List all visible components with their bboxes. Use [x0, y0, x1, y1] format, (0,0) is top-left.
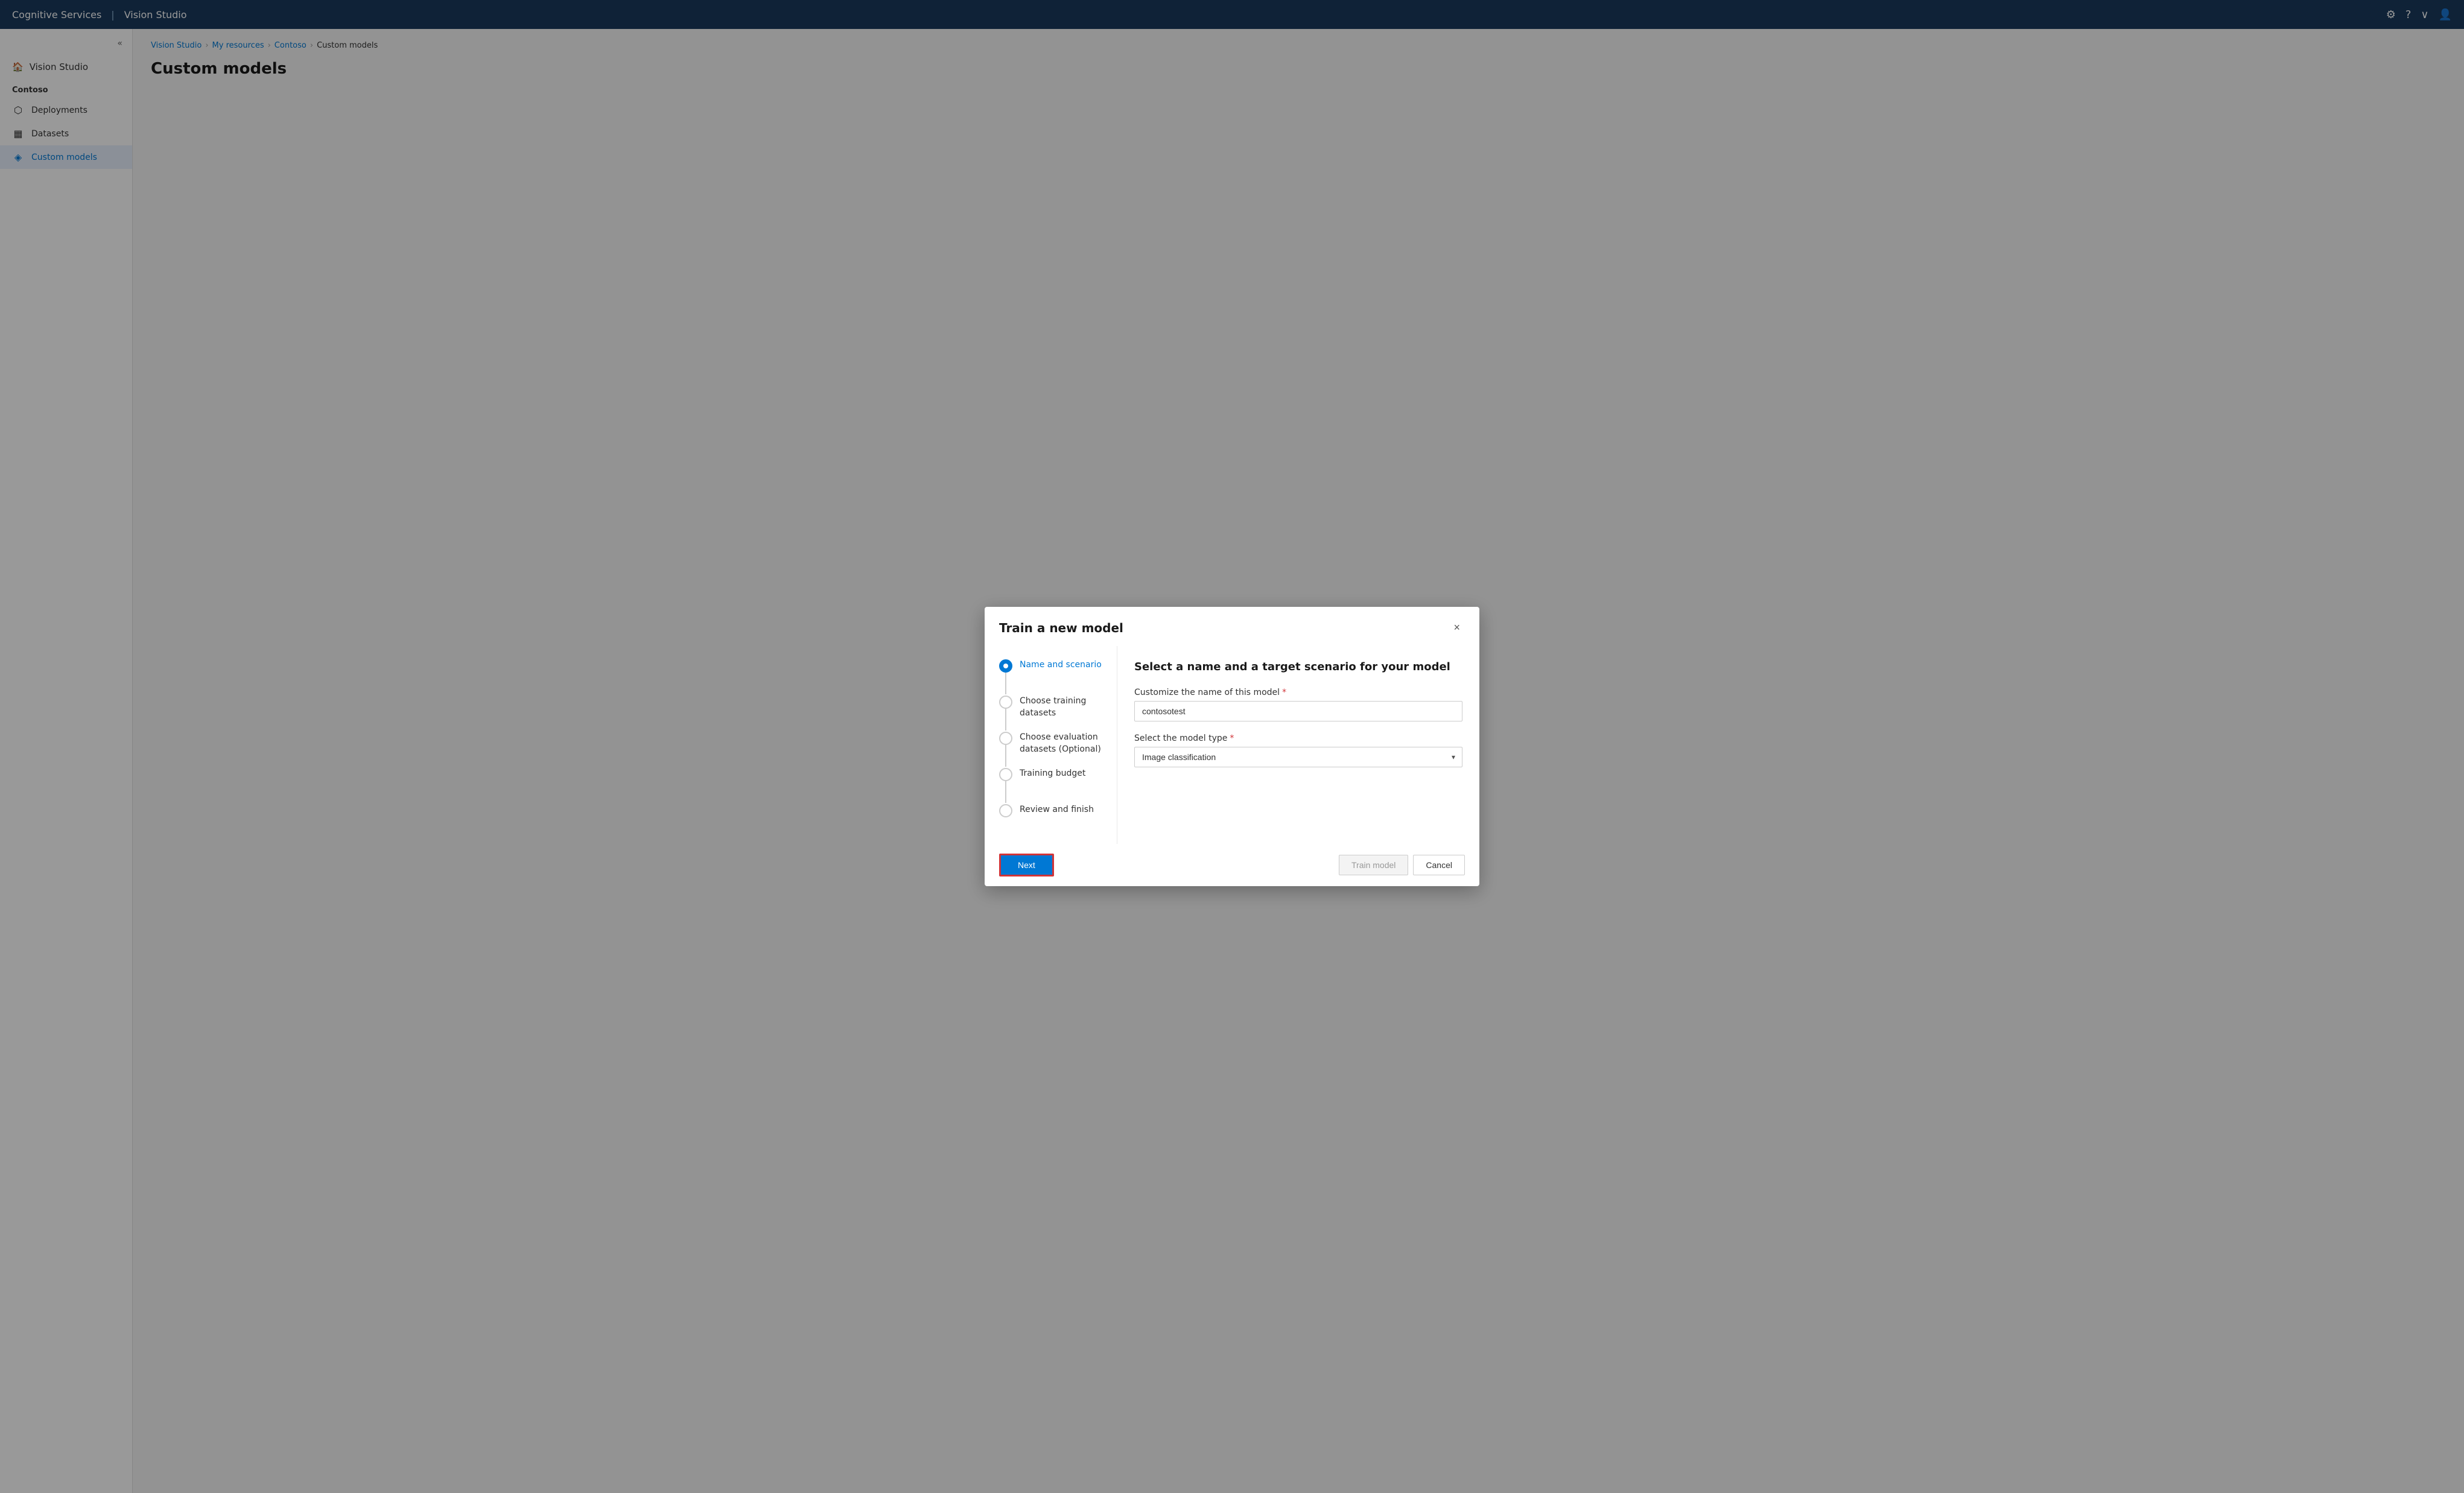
- step-2-line-container: [999, 694, 1012, 731]
- model-type-select[interactable]: Image classification Object detection Pr…: [1134, 747, 1462, 767]
- step-3-label: Choose evaluation datasets (Optional): [1020, 731, 1102, 755]
- modal-header: Train a new model ×: [985, 607, 1479, 646]
- step-4-circle: [999, 768, 1012, 781]
- modal-body: Name and scenario Choose training datase…: [985, 646, 1479, 844]
- step-4-row: Training budget: [999, 767, 1102, 803]
- train-model-button: Train model: [1339, 855, 1408, 875]
- steps-panel: Name and scenario Choose training datase…: [985, 646, 1117, 844]
- next-button[interactable]: Next: [999, 854, 1054, 876]
- modal-dialog: Train a new model × Name and scenario: [985, 607, 1479, 886]
- step-3-circle: [999, 732, 1012, 745]
- modal-footer: Next Train model Cancel: [985, 844, 1479, 886]
- modal-close-button[interactable]: ×: [1449, 619, 1465, 636]
- step-3-row: Choose evaluation datasets (Optional): [999, 731, 1102, 767]
- model-name-input[interactable]: [1134, 701, 1462, 721]
- step-2-label: Choose training datasets: [1020, 694, 1102, 719]
- footer-right-actions: Train model Cancel: [1339, 855, 1465, 875]
- model-name-label: Customize the name of this model *: [1134, 688, 1462, 697]
- form-panel: Select a name and a target scenario for …: [1117, 646, 1479, 844]
- model-type-group: Select the model type * Image classifica…: [1134, 734, 1462, 767]
- model-type-label: Select the model type *: [1134, 734, 1462, 743]
- step-4-label: Training budget: [1020, 767, 1085, 780]
- form-heading: Select a name and a target scenario for …: [1134, 661, 1462, 673]
- modal-title: Train a new model: [999, 621, 1123, 635]
- step-1-circle: [999, 659, 1012, 673]
- step-1-label: Name and scenario: [1020, 658, 1102, 671]
- step-1-row: Name and scenario: [999, 658, 1102, 694]
- step-5-label: Review and finish: [1020, 803, 1094, 816]
- step-1-line-container: [999, 658, 1012, 694]
- step-2-circle: [999, 696, 1012, 709]
- model-name-group: Customize the name of this model *: [1134, 688, 1462, 721]
- step-2-connector: [1005, 709, 1006, 731]
- step-2-row: Choose training datasets: [999, 694, 1102, 731]
- step-4-line-container: [999, 767, 1012, 803]
- step-1-connector: [1005, 673, 1006, 694]
- step-3-connector: [1005, 745, 1006, 767]
- model-type-select-wrapper: Image classification Object detection Pr…: [1134, 747, 1462, 767]
- step-5-row: Review and finish: [999, 803, 1102, 832]
- step-5-line-container: [999, 803, 1012, 817]
- steps-list: Name and scenario Choose training datase…: [999, 658, 1102, 832]
- cancel-button[interactable]: Cancel: [1413, 855, 1465, 875]
- step-4-connector: [1005, 781, 1006, 803]
- step-3-line-container: [999, 731, 1012, 767]
- model-type-required: *: [1230, 734, 1234, 743]
- modal-overlay: Train a new model × Name and scenario: [0, 0, 2464, 1493]
- step-5-circle: [999, 804, 1012, 817]
- model-name-required: *: [1282, 688, 1286, 697]
